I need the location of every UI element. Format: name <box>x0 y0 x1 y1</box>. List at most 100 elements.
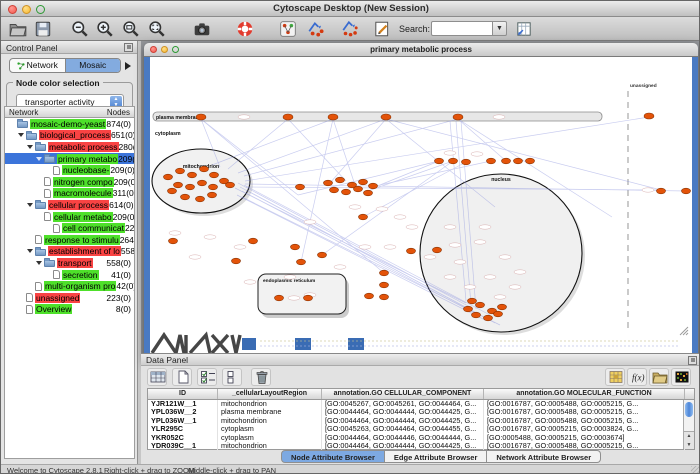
search-input[interactable] <box>431 21 493 36</box>
mosaic-layout-icon[interactable] <box>307 20 325 38</box>
tree-item[interactable]: macromolecule311(0) <box>5 188 134 200</box>
tree-header-network[interactable]: Network <box>9 108 38 117</box>
tree-item-node-count: 280(0) <box>119 142 134 152</box>
unselect-attributes-icon[interactable] <box>222 368 242 386</box>
region-nucleus[interactable]: nucleus <box>420 174 585 335</box>
tab-edge-attribute-browser[interactable]: Edge Attribute Browser <box>385 450 487 463</box>
tree-item[interactable]: primary metabo209(... <box>5 153 134 165</box>
table-row[interactable]: YLR295Ccytoplasm[GO:0045263, GO:0044464,… <box>148 425 694 433</box>
select-attributes-icon[interactable] <box>197 368 217 386</box>
network-canvas[interactable]: plasma membrane cytoplasm mitochondrion … <box>150 57 692 361</box>
expand-arrow-icon[interactable] <box>27 203 33 207</box>
matrix-icon[interactable] <box>605 368 625 386</box>
status-pan-hint: Middle-click + drag to PAN <box>188 466 276 474</box>
zoom-out-icon[interactable] <box>71 20 89 38</box>
import-table-icon[interactable] <box>515 20 533 38</box>
help-icon[interactable] <box>236 20 254 38</box>
table-scrollbar[interactable]: ▲▼ <box>683 400 694 449</box>
tree-item[interactable]: Overview8(0) <box>5 304 134 316</box>
expand-arrow-icon[interactable] <box>36 157 42 161</box>
control-panel-header: Control Panel <box>1 41 137 54</box>
tree-item-label: primary metabo <box>57 154 118 164</box>
table-row[interactable]: YJR121W__1mitochondrion[GO:0045267, GO:0… <box>148 400 694 408</box>
scrollbar-thumb[interactable] <box>685 402 693 417</box>
network-desktop: primary metabolic process plasma membran… <box>141 41 700 464</box>
zoom-selected-region-icon[interactable] <box>122 20 140 38</box>
expand-arrow-icon[interactable] <box>36 261 42 265</box>
tab-mosaic[interactable]: Mosaic <box>65 59 121 72</box>
attribute-table-body[interactable]: YJR121W__1mitochondrion[GO:0045267, GO:0… <box>148 400 694 450</box>
heatmap-icon[interactable] <box>671 368 691 386</box>
tree-item[interactable]: cellular process614(0) <box>5 199 134 211</box>
zoom-to-fit-icon[interactable] <box>148 20 166 38</box>
tree-item[interactable]: nucleobase-209(0) <box>5 164 134 176</box>
expand-arrow-icon[interactable] <box>18 133 24 137</box>
attribute-table-header[interactable]: ID_cellularLayoutRegionannotation.GO CEL… <box>148 389 694 400</box>
mosaic-region-icon[interactable] <box>279 20 297 38</box>
save-session-icon[interactable] <box>34 20 52 38</box>
window-resize-grip-icon[interactable] <box>680 327 688 335</box>
tree-item-node-count: 614(0) <box>109 200 134 210</box>
tree-item[interactable]: transport558(0) <box>5 257 134 269</box>
region-plasma-membrane[interactable]: plasma membrane <box>153 112 602 121</box>
network-window-titlebar[interactable]: primary metabolic process <box>144 43 698 57</box>
table-cell: [GO:0016787, GO:0005488, GO:0005215, G..… <box>484 400 685 408</box>
resize-grip-icon[interactable] <box>691 466 700 474</box>
import-folder-icon[interactable] <box>649 368 669 386</box>
function-icon[interactable]: f(x) <box>627 368 647 386</box>
tree-item-node-count: 558(0) <box>106 258 134 268</box>
tree-item[interactable]: response to stimulu264(0) <box>5 234 134 246</box>
tree-item[interactable]: secretion41(0) <box>5 269 134 281</box>
node-color-selection-label: Node color selection <box>13 78 103 88</box>
annotation-icon[interactable] <box>373 20 391 38</box>
column-header[interactable]: ID <box>148 389 218 399</box>
table-cell: YJR121W__1 <box>148 400 218 408</box>
network-tree[interactable]: mosaic-demo-yeast874(0)biological_proces… <box>4 118 135 459</box>
attribute-grid-icon[interactable] <box>147 368 167 386</box>
tree-item-label: cellular metabo <box>53 212 113 222</box>
tree-header-nodes[interactable]: Nodes <box>107 108 130 117</box>
search-dropdown-icon[interactable]: ▼ <box>493 21 507 36</box>
table-row[interactable]: YPL036W__2plasma membrane[GO:0044464, GO… <box>148 408 694 416</box>
tab-node-attribute-browser[interactable]: Node Attribute Browser <box>281 450 385 463</box>
scrollbar-arrows[interactable]: ▲▼ <box>684 431 694 449</box>
tree-item[interactable]: multi-organism pro42(0) <box>5 280 134 292</box>
float-data-panel-icon[interactable] <box>688 356 697 365</box>
expand-arrow-icon[interactable] <box>27 145 33 149</box>
delete-attribute-icon[interactable] <box>251 368 271 386</box>
tree-item[interactable]: mosaic-demo-yeast874(0) <box>5 118 134 130</box>
file-icon <box>44 189 51 198</box>
open-session-icon[interactable] <box>9 20 27 38</box>
table-cell: YPL036W__1 <box>148 417 218 425</box>
column-header[interactable]: annotation.GO MOLECULAR_FUNCTION <box>484 389 685 399</box>
region-endoplasmic-reticulum[interactable]: endoplasmic reticulum <box>258 274 349 318</box>
table-row[interactable]: YPL036W__1mitochondrion[GO:0044464, GO:0… <box>148 417 694 425</box>
tree-item[interactable]: cellular metabo209(0) <box>5 211 134 223</box>
tab-overflow-arrow-icon[interactable] <box>125 62 131 70</box>
tree-item-node-count: 311(0) <box>113 188 134 198</box>
tree-item-label: cell communicat <box>62 223 125 233</box>
expand-arrow-icon[interactable] <box>27 249 33 253</box>
tree-header[interactable]: Network Nodes <box>4 106 135 118</box>
tree-item-node-count: 41(0) <box>111 270 134 280</box>
tree-item[interactable]: unassigned223(0) <box>5 292 134 304</box>
float-panel-icon[interactable] <box>124 43 133 52</box>
tree-item-node-count: 209(0) <box>110 165 134 175</box>
tree-item[interactable]: establishment of lo558(0) <box>5 246 134 258</box>
tree-item[interactable]: cell communicat22(0) <box>5 222 134 234</box>
column-header[interactable]: annotation.GO CELLULAR_COMPONENT <box>322 389 484 399</box>
tree-item[interactable]: nitrogen compo209(0) <box>5 176 134 188</box>
tree-item[interactable]: metabolic process280(0) <box>5 141 134 153</box>
attribute-table[interactable]: ID_cellularLayoutRegionannotation.GO CEL… <box>147 388 695 450</box>
new-attribute-icon[interactable] <box>172 368 192 386</box>
tab-network-attribute-browser[interactable]: Network Attribute Browser <box>487 450 601 463</box>
tree-item-label: biological_process <box>39 130 111 140</box>
column-header[interactable]: _cellularLayoutRegion <box>218 389 322 399</box>
snapshot-icon[interactable] <box>193 20 211 38</box>
tab-network[interactable]: Network <box>10 59 65 72</box>
mosaic-partition-icon[interactable] <box>341 20 359 38</box>
zoom-in-icon[interactable] <box>96 20 114 38</box>
tree-item[interactable]: biological_process651(0) <box>5 130 134 142</box>
tree-item-node-count: 209(... <box>118 154 134 164</box>
table-row[interactable]: YKR052Ccytoplasm[GO:0044464, GO:0044446,… <box>148 434 694 442</box>
